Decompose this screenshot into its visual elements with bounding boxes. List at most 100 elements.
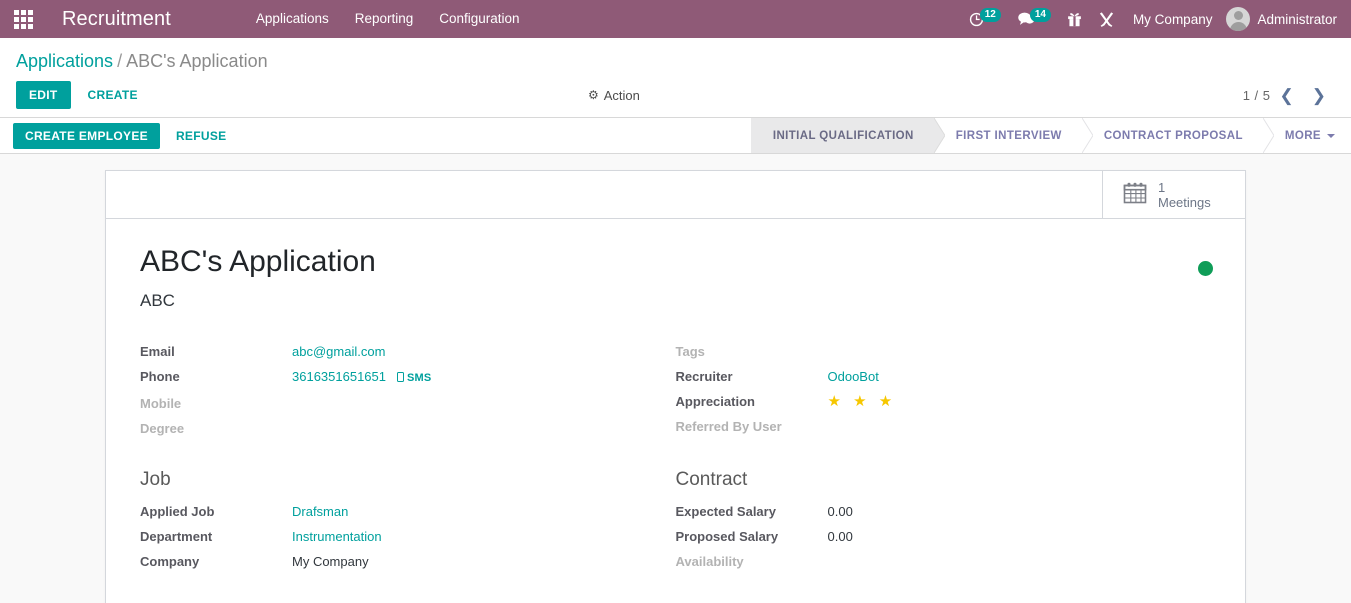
stage-label: FIRST INTERVIEW (956, 130, 1062, 142)
user-menu[interactable]: Administrator (1222, 7, 1343, 31)
contract-fields-table: Expected Salary 0.00 Proposed Salary 0.0… (676, 499, 1172, 574)
field-label-email: Email (140, 339, 292, 364)
department-link[interactable]: Instrumentation (292, 529, 382, 544)
stage-label: INITIAL QUALIFICATION (773, 130, 914, 142)
control-panel: Applications/ABC's Application EDIT CREA… (0, 38, 1351, 118)
meetings-smart-button[interactable]: 1 Meetings (1102, 171, 1245, 218)
field-value-degree[interactable] (292, 416, 636, 441)
calendar-icon (1123, 182, 1147, 207)
messages-count-badge: 14 (1030, 8, 1051, 22)
field-value-email: abc@gmail.com (292, 339, 636, 364)
breadcrumb-current: ABC's Application (126, 51, 268, 71)
field-value-company[interactable]: My Company (292, 549, 636, 574)
smart-button-box: 1 Meetings (106, 171, 1245, 219)
chevron-down-icon (1327, 134, 1335, 138)
apps-menu-button[interactable] (0, 0, 46, 38)
field-row-recruiter: Recruiter OdooBot (676, 364, 1172, 389)
gift-button[interactable] (1059, 0, 1090, 38)
page-title: ABC's Application (140, 243, 1211, 281)
app-brand-title[interactable]: Recruitment (46, 8, 179, 31)
field-row-referred-by: Referred By User (676, 414, 1172, 439)
appreciation-stars[interactable]: ★ ★ ★ (828, 393, 897, 410)
form-sheet: 1 Meetings ABC's Application ABC Email (105, 170, 1246, 603)
stage-arrow-icon (1082, 118, 1093, 153)
company-switcher[interactable]: My Company (1123, 12, 1223, 27)
create-button[interactable]: CREATE (75, 81, 151, 109)
action-menu-label: Action (604, 88, 640, 103)
contact-info-group: Email abc@gmail.com Phone 3616351651651S… (140, 339, 676, 441)
menu-item-applications[interactable]: Applications (243, 0, 342, 38)
secondary-field-groups: Job Applied Job Drafsman Department (140, 467, 1211, 574)
field-value-recruiter: OdooBot (828, 364, 1172, 389)
applied-job-link[interactable]: Drafsman (292, 504, 348, 519)
field-value-expected-salary[interactable]: 0.00 (828, 499, 1172, 524)
field-row-appreciation: Appreciation ★ ★ ★ (676, 389, 1172, 414)
stage-more-label: MORE (1285, 130, 1321, 142)
field-value-tags[interactable] (828, 339, 1172, 364)
recruitment-info-group: Tags Recruiter OdooBot Appreciation (676, 339, 1212, 441)
recruiter-link[interactable]: OdooBot (828, 369, 879, 384)
stage-first-interview[interactable]: FIRST INTERVIEW (934, 118, 1082, 153)
job-group: Job Applied Job Drafsman Department (140, 467, 676, 574)
field-row-availability: Availability (676, 549, 1172, 574)
field-row-applied-job: Applied Job Drafsman (140, 499, 636, 524)
meetings-count: 1 (1158, 180, 1211, 195)
field-value-department: Instrumentation (292, 524, 636, 549)
stage-label: CONTRACT PROPOSAL (1104, 130, 1243, 142)
messages-menu-button[interactable]: 14 (1009, 0, 1059, 38)
field-label-degree: Degree (140, 416, 292, 441)
gift-icon (1067, 11, 1082, 27)
create-employee-button[interactable]: CREATE EMPLOYEE (13, 123, 160, 149)
field-value-applied-job: Drafsman (292, 499, 636, 524)
phone-link[interactable]: 3616351651651 (292, 369, 386, 384)
mobile-phone-icon (397, 372, 404, 382)
pager: 1 / 5 ❮ ❯ (1243, 87, 1335, 104)
field-row-degree: Degree (140, 416, 636, 441)
field-value-proposed-salary[interactable]: 0.00 (828, 524, 1172, 549)
contract-group-title: Contract (676, 467, 1172, 499)
field-label-proposed-salary: Proposed Salary (676, 524, 828, 549)
menu-item-configuration[interactable]: Configuration (426, 0, 532, 38)
field-value-availability[interactable] (828, 549, 1172, 574)
stage-more-dropdown[interactable]: MORE (1263, 118, 1351, 153)
kanban-state-indicator[interactable] (1198, 261, 1213, 276)
partner-name: ABC (140, 289, 1211, 313)
email-link[interactable]: abc@gmail.com (292, 344, 385, 359)
field-value-appreciation: ★ ★ ★ (828, 389, 1172, 414)
send-sms-button[interactable]: SMS (397, 372, 431, 384)
field-label-recruiter: Recruiter (676, 364, 828, 389)
menu-item-reporting[interactable]: Reporting (342, 0, 427, 38)
statusbar-row: CREATE EMPLOYEE REFUSE INITIAL QUALIFICA… (0, 118, 1351, 154)
field-label-company: Company (140, 549, 292, 574)
tools-button[interactable] (1090, 0, 1123, 38)
breadcrumb: Applications/ABC's Application (16, 38, 1335, 73)
stage-contract-proposal[interactable]: CONTRACT PROPOSAL (1082, 118, 1263, 153)
apps-grid-icon (14, 10, 33, 29)
contact-fields-table: Email abc@gmail.com Phone 3616351651651S… (140, 339, 636, 441)
stage-arrow-icon (934, 118, 945, 153)
contract-group: Contract Expected Salary 0.00 Proposed S… (676, 467, 1212, 574)
chevron-left-icon[interactable]: ❮ (1271, 87, 1303, 104)
activity-menu-button[interactable]: 12 (960, 0, 1009, 38)
field-row-department: Department Instrumentation (140, 524, 636, 549)
navbar-right-tools: 12 14 (960, 0, 1351, 38)
field-value-mobile[interactable] (292, 391, 636, 416)
tools-icon (1098, 11, 1115, 28)
field-row-email: Email abc@gmail.com (140, 339, 636, 364)
refuse-button[interactable]: REFUSE (164, 123, 238, 149)
form-sheet-area: 1 Meetings ABC's Application ABC Email (0, 154, 1351, 603)
breadcrumb-root-link[interactable]: Applications (16, 51, 113, 71)
edit-button[interactable]: EDIT (16, 81, 71, 109)
top-navbar: Recruitment Applications Reporting Confi… (0, 0, 1351, 38)
field-label-tags: Tags (676, 339, 828, 364)
stage-initial-qualification[interactable]: INITIAL QUALIFICATION (751, 118, 934, 153)
smart-button-text: 1 Meetings (1158, 180, 1211, 210)
field-label-appreciation: Appreciation (676, 389, 828, 414)
gear-icon: ⚙ (588, 88, 599, 102)
primary-field-groups: Email abc@gmail.com Phone 3616351651651S… (140, 339, 1211, 441)
action-menu-button[interactable]: ⚙ Action (588, 88, 640, 103)
chevron-right-icon[interactable]: ❯ (1303, 87, 1335, 104)
field-value-referred-by-user[interactable] (828, 414, 1172, 439)
field-row-phone: Phone 3616351651651SMS (140, 364, 636, 391)
activity-count-badge: 12 (980, 8, 1001, 22)
